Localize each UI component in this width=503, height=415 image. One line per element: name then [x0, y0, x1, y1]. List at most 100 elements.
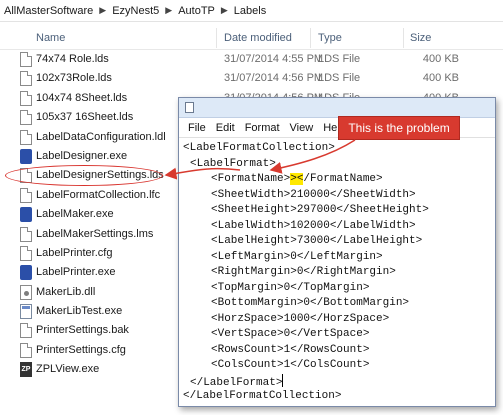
column-divider[interactable]: [310, 28, 311, 48]
document-icon: [20, 245, 32, 261]
notepad-window: File Edit Format View Help <LabelFormatColle…: [178, 97, 496, 407]
code-text: <LabelHeight>73000</LabelHeight>: [211, 235, 423, 247]
code-line: <ColsCount>1</ColsCount>: [183, 358, 491, 374]
column-header-size[interactable]: Size: [410, 32, 431, 44]
column-divider[interactable]: [216, 28, 217, 48]
application-icon: [20, 148, 32, 164]
breadcrumb-item[interactable]: EzyNest5: [112, 5, 159, 17]
file-name: LabelPrinter.exe: [36, 266, 116, 279]
document-icon: [20, 187, 32, 203]
code-text: <VertSpace>0</VertSpace>: [211, 328, 370, 340]
menu-item-format[interactable]: Format: [240, 122, 285, 134]
chevron-right-icon[interactable]: ▶: [221, 5, 228, 16]
code-line: </LabelFormatCollection>: [183, 389, 491, 405]
breadcrumb-item[interactable]: AllMasterSoftware: [4, 5, 93, 17]
file-size: 400 KB: [422, 72, 459, 85]
code-text: <LabelWidth>102000</LabelWidth>: [211, 219, 416, 232]
menu-item-view[interactable]: View: [285, 122, 319, 134]
code-text: <RightMargin>0</RightMargin>: [211, 266, 396, 278]
file-name: PrinterSettings.bak: [36, 324, 129, 337]
document-icon: [20, 226, 32, 242]
executable-icon: [20, 304, 32, 320]
code-text: <HorzSpace>1000</HorzSpace>: [211, 312, 390, 325]
code-text: <FormatName>: [211, 173, 291, 185]
code-text: <TopMargin>0</TopMargin>: [211, 281, 370, 294]
file-name: LabelFormatCollection.lfc: [36, 188, 161, 201]
file-name: LabelMakerSettings.lms: [36, 227, 154, 240]
file-name: LabelDesigner.exe: [36, 149, 128, 162]
code-line: <LabelHeight>73000</LabelHeight>: [183, 234, 491, 250]
document-icon: [20, 342, 32, 358]
code-text: <RowsCount>1</RowsCount>: [211, 343, 370, 356]
breadcrumb-item[interactable]: Labels: [234, 5, 266, 17]
notepad-text-area[interactable]: <LabelFormatCollection> <LabelFormat> <For…: [179, 138, 495, 408]
file-name: 102x73Role.lds: [36, 72, 112, 85]
file-size: 400 KB: [422, 53, 459, 65]
column-header-name[interactable]: Name: [36, 32, 65, 44]
code-text: <LeftMargin>0</LeftMargin>: [211, 250, 383, 263]
notepad-titlebar[interactable]: [179, 98, 495, 118]
text-caret: [282, 373, 284, 387]
menu-item-edit[interactable]: Edit: [211, 122, 240, 134]
breadcrumb-item[interactable]: AutoTP: [178, 5, 215, 17]
code-line: <SheetWidth>210000</SheetWidth>: [183, 188, 491, 204]
file-name: LabelDataConfiguration.ldl: [36, 130, 166, 143]
code-line: <LabelFormat>: [183, 157, 491, 173]
document-icon: [20, 110, 32, 126]
file-row[interactable]: 74x74 Role.lds 31/07/2014 4:55 PM LDS File…: [0, 50, 503, 69]
file-name: 105x37 16Sheet.lds: [36, 111, 134, 124]
callout-label: This is the problem: [338, 116, 460, 140]
file-date: 31/07/2014 4:56 PM: [224, 72, 324, 85]
code-line: <TopMargin>0</TopMargin>: [183, 281, 491, 297]
code-text: <ColsCount>1</ColsCount>: [211, 359, 370, 371]
document-icon: [20, 129, 32, 145]
code-text: </LabelFormatCollection>: [183, 390, 342, 402]
file-name: ZPLView.exe: [36, 363, 100, 376]
column-headers: Name Date modified Type Size: [0, 26, 503, 50]
code-text: <BottomMargin>0</BottomMargin>: [211, 297, 410, 309]
code-text: /FormatName>: [303, 173, 383, 185]
code-line: <HorzSpace>1000</HorzSpace>: [183, 312, 491, 328]
file-name: 104x74 8Sheet.lds: [36, 91, 128, 104]
code-line: <BottomMargin>0</BottomMargin>: [183, 296, 491, 312]
file-name: 74x74 Role.lds: [36, 53, 109, 65]
highlight-ellipse: [5, 165, 163, 186]
code-text: <SheetHeight>297000</SheetHeight>: [211, 204, 429, 216]
code-text: <SheetWidth>210000</SheetWidth>: [211, 188, 416, 201]
file-row[interactable]: 102x73Role.lds 31/07/2014 4:56 PM LDS File…: [0, 69, 503, 88]
code-text: </LabelFormat>: [190, 376, 283, 389]
code-line: <RowsCount>1</RowsCount>: [183, 343, 491, 359]
code-line: <LeftMargin>0</LeftMargin>: [183, 250, 491, 266]
file-name: LabelPrinter.cfg: [36, 246, 113, 259]
code-text: <LabelFormat>: [190, 157, 276, 170]
code-line: <SheetHeight>297000</SheetHeight>: [183, 203, 491, 219]
zpl-icon: ZP: [20, 362, 32, 378]
application-icon: [20, 207, 32, 223]
file-date: 31/07/2014 4:55 PM: [224, 53, 324, 65]
file-name: MakerLib.dll: [36, 285, 96, 298]
code-line: </LabelFormat>: [183, 373, 491, 390]
file-type: LDS File: [318, 53, 361, 65]
document-icon: [20, 90, 32, 106]
column-divider[interactable]: [403, 28, 404, 48]
chevron-right-icon[interactable]: ▶: [99, 5, 106, 16]
file-name: LabelMaker.exe: [36, 208, 114, 221]
code-line: <RightMargin>0</RightMargin>: [183, 265, 491, 281]
notepad-icon: [185, 102, 194, 113]
breadcrumb: AllMasterSoftware ▶ EzyNest5 ▶ AutoTP ▶ …: [0, 0, 503, 22]
column-header-date[interactable]: Date modified: [224, 32, 292, 44]
application-icon: [20, 265, 32, 281]
document-icon: [20, 71, 32, 87]
menu-item-file[interactable]: File: [183, 122, 211, 134]
column-header-type[interactable]: Type: [318, 32, 342, 44]
code-line: <LabelFormatCollection>: [183, 141, 491, 157]
chevron-right-icon[interactable]: ▶: [165, 5, 172, 16]
code-line: <VertSpace>0</VertSpace>: [183, 327, 491, 343]
document-icon: [20, 52, 32, 67]
file-name: PrinterSettings.cfg: [36, 343, 126, 356]
code-text: <LabelFormatCollection>: [183, 142, 335, 154]
document-icon: [20, 323, 32, 339]
dll-icon: [20, 284, 32, 300]
file-type: LDS File: [318, 72, 361, 85]
file-name: MakerLibTest.exe: [36, 305, 123, 318]
